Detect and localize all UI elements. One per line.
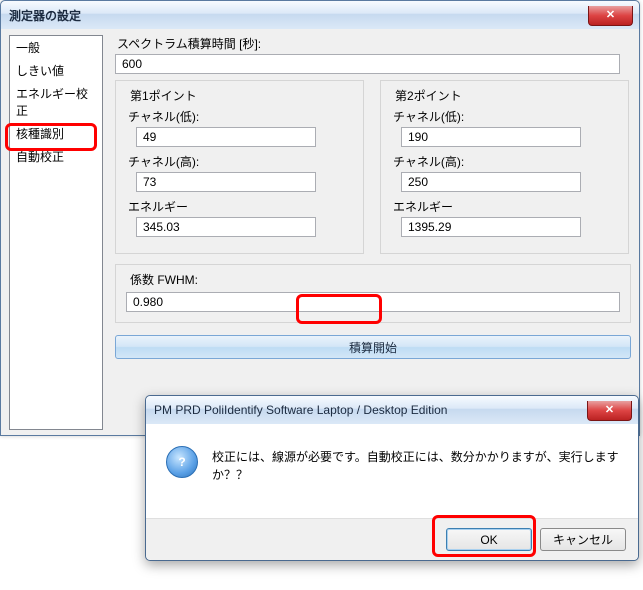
sidebar-item-label: エネルギー校正 — [16, 87, 88, 118]
dialog-footer: OK キャンセル — [146, 518, 638, 560]
sidebar-item-auto-calibration[interactable]: 自動校正 — [10, 145, 102, 168]
point2-ch-low-input[interactable]: 190 — [401, 127, 581, 147]
question-icon: ? — [166, 446, 198, 478]
input-value: 190 — [408, 130, 428, 144]
sidebar-item-label: しきい値 — [16, 64, 64, 78]
input-value: 345.03 — [143, 220, 180, 234]
sidebar-item-label: 一般 — [16, 41, 40, 55]
point1-ch-low-label: チャネル(低): — [126, 108, 353, 125]
window-body: 一般 しきい値 エネルギー校正 核種識別 自動校正 スペクトラム積算時間 [秒]… — [1, 29, 639, 435]
point1-legend: 第1ポイント — [126, 87, 201, 104]
dialog-titlebar[interactable]: PM PRD PoliIdentify Software Laptop / De… — [146, 396, 638, 424]
sidebar-item-general[interactable]: 一般 — [10, 36, 102, 59]
coefficient-fieldset: 係数 FWHM: 0.980 — [115, 264, 631, 323]
point2-energy-label: エネルギー — [391, 198, 618, 215]
point1-ch-low-input[interactable]: 49 — [136, 127, 316, 147]
input-value: 1395.29 — [408, 220, 451, 234]
coefficient-label: 係数 FWHM: — [126, 271, 202, 288]
point2-fieldset: 第2ポイント チャネル(低): 190 チャネル(高): 250 エネルギー 1… — [380, 80, 629, 254]
coefficient-input[interactable]: 0.980 — [126, 292, 620, 312]
sidebar-item-threshold[interactable]: しきい値 — [10, 59, 102, 82]
point2-ch-low-label: チャネル(低): — [391, 108, 618, 125]
point1-energy-label: エネルギー — [126, 198, 353, 215]
point1-fieldset: 第1ポイント チャネル(低): 49 チャネル(高): 73 エネルギー 345… — [115, 80, 364, 254]
content-panel: スペクトラム積算時間 [秒]: 600 第1ポイント チャネル(低): 49 チ… — [115, 35, 629, 430]
dialog-title: PM PRD PoliIdentify Software Laptop / De… — [154, 403, 447, 417]
button-label: 積算開始 — [349, 339, 397, 356]
point2-legend: 第2ポイント — [391, 87, 466, 104]
close-button[interactable]: ✕ — [588, 6, 633, 26]
close-icon: ✕ — [605, 405, 614, 416]
point2-ch-high-label: チャネル(高): — [391, 153, 618, 170]
dialog-close-button[interactable]: ✕ — [587, 401, 632, 421]
sidebar-item-energy-calibration[interactable]: エネルギー校正 — [10, 82, 102, 122]
point2-energy-input[interactable]: 1395.29 — [401, 217, 581, 237]
window-title: 測定器の設定 — [9, 7, 81, 24]
point2-ch-high-input[interactable]: 250 — [401, 172, 581, 192]
sidebar-item-label: 自動校正 — [16, 150, 64, 164]
point1-ch-high-label: チャネル(高): — [126, 153, 353, 170]
input-value: 73 — [143, 175, 156, 189]
cancel-button[interactable]: キャンセル — [540, 528, 626, 551]
button-label: キャンセル — [553, 531, 613, 548]
sidebar-item-label: 核種識別 — [16, 127, 64, 141]
button-label: OK — [480, 533, 497, 547]
dialog-message: 校正には、線源が必要です。自動校正には、数分かかりますが、実行しますか？？ — [212, 446, 622, 484]
point1-energy-input[interactable]: 345.03 — [136, 217, 316, 237]
spectrum-time-label: スペクトラム積算時間 [秒]: — [115, 35, 629, 52]
sidebar-item-nuclide-id[interactable]: 核種識別 — [10, 122, 102, 145]
start-accumulation-button[interactable]: 積算開始 — [115, 335, 631, 359]
ok-button[interactable]: OK — [446, 528, 532, 551]
titlebar[interactable]: 測定器の設定 ✕ — [1, 1, 639, 29]
sidebar: 一般 しきい値 エネルギー校正 核種識別 自動校正 — [9, 35, 103, 430]
confirmation-dialog: PM PRD PoliIdentify Software Laptop / De… — [145, 395, 639, 561]
close-icon: ✕ — [606, 10, 615, 21]
spectrum-time-input[interactable]: 600 — [115, 54, 620, 74]
input-value: 49 — [143, 130, 156, 144]
input-value: 250 — [408, 175, 428, 189]
input-value: 0.980 — [133, 295, 163, 309]
input-value: 600 — [122, 57, 142, 71]
settings-window: 測定器の設定 ✕ 一般 しきい値 エネルギー校正 核種識別 自動校正 スペクトラ… — [0, 0, 640, 436]
point1-ch-high-input[interactable]: 73 — [136, 172, 316, 192]
